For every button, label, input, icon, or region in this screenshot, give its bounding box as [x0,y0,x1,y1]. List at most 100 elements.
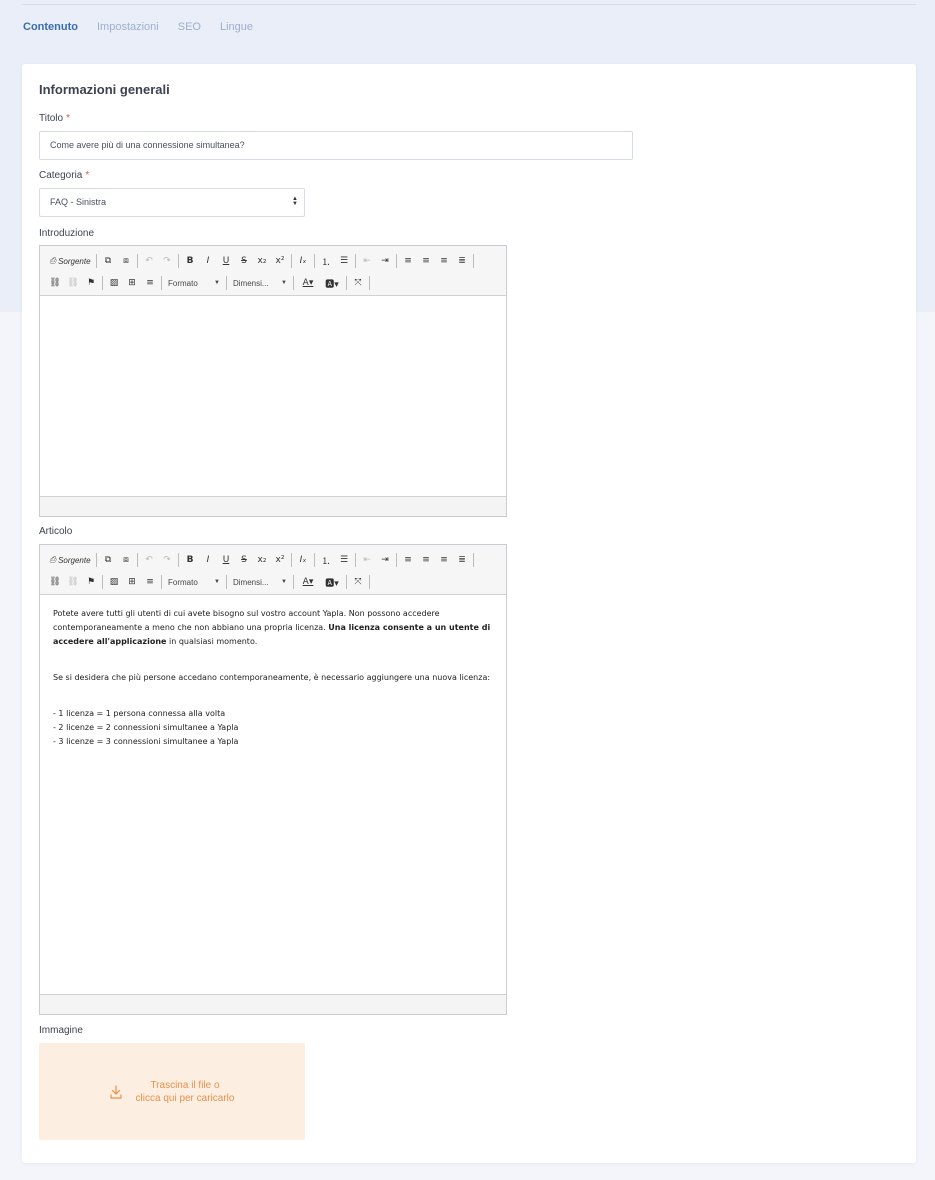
size-dropdown[interactable]: Dimensi... ▼ [229,275,291,291]
strike-icon[interactable]: S [236,552,252,568]
outdent-icon[interactable]: ⇤ [359,253,375,269]
superscript-icon[interactable]: x² [272,552,288,568]
editor-toolbar: ⎙ Sorgente ⧉ ⧈ ↶ ↷ B I U S x₂ x² Iₓ ⒈ ☰ [40,545,506,595]
align-justify-icon[interactable]: ≣ [454,253,470,269]
undo-icon[interactable]: ↶ [141,552,157,568]
introduzione-editor-body[interactable] [40,296,506,496]
list-item: - 2 licenze = 2 connessioni simultanee a… [53,723,239,732]
bold-icon[interactable]: B [182,253,198,269]
format-dropdown[interactable]: Formato ▼ [164,574,224,590]
bulleted-list-icon[interactable]: ☰ [336,552,352,568]
indent-icon[interactable]: ⇥ [377,253,393,269]
subscript-icon[interactable]: x₂ [254,552,270,568]
anchor-flag-icon[interactable]: ⚑ [83,275,99,291]
align-left-icon[interactable]: ≡ [400,552,416,568]
redo-icon[interactable]: ↷ [159,253,175,269]
redo-icon[interactable]: ↷ [159,552,175,568]
articolo-editor: ⎙ Sorgente ⧉ ⧈ ↶ ↷ B I U S x₂ x² Iₓ ⒈ ☰ [39,544,507,1015]
unlink-icon[interactable]: ⛓ [65,275,81,291]
text-color-icon[interactable]: A▾ [297,574,319,590]
article-paragraph: Se si desidera che più persone accedano … [53,673,491,682]
underline-icon[interactable]: U [218,552,234,568]
undo-icon[interactable]: ↶ [141,253,157,269]
source-button[interactable]: ⎙ Sorgente [47,253,93,269]
maximize-icon[interactable]: ⤧ [350,574,366,590]
numbered-list-icon[interactable]: ⒈ [318,253,334,269]
dropzone-line-2: clicca qui per caricarlo [135,1092,235,1104]
align-center-icon[interactable]: ≡ [418,253,434,269]
article-text: in qualsiasi momento. [166,637,258,646]
template-icon[interactable]: ⧉ [100,253,116,269]
table-icon[interactable]: ⊞ [124,275,140,291]
list-item: - 1 licenza = 1 persona connessa alla vo… [53,709,226,718]
remove-format-icon[interactable]: Iₓ [295,253,311,269]
table-icon[interactable]: ⊞ [124,574,140,590]
italic-icon[interactable]: I [200,253,216,269]
size-label: Dimensi... [233,577,269,587]
editor-statusbar [40,994,506,1014]
categoria-select-value: FAQ - Sinistra [50,197,107,207]
align-right-icon[interactable]: ≡ [436,552,452,568]
article-paragraph: Potete avere tutti gli utenti di cui ave… [53,607,493,649]
titolo-label-text: Titolo [39,113,64,124]
required-mark: * [66,113,70,124]
categoria-select[interactable]: FAQ - Sinistra ▲ ▼ [39,188,305,217]
tab-lingue[interactable]: Lingue [220,21,253,33]
align-left-icon[interactable]: ≡ [400,253,416,269]
strike-icon[interactable]: S [236,253,252,269]
categoria-label-text: Categoria [39,170,83,181]
horizontal-rule-icon[interactable]: ≡ [142,574,158,590]
superscript-icon[interactable]: x² [272,253,288,269]
align-right-icon[interactable]: ≡ [436,253,452,269]
section-title: Informazioni generali [39,82,170,97]
titolo-input[interactable]: Come avere più di una connessione simult… [39,131,633,160]
size-dropdown[interactable]: Dimensi... ▼ [229,574,291,590]
link-icon[interactable]: ⛓ [47,275,63,291]
image-icon[interactable]: ▨ [106,275,122,291]
tab-seo[interactable]: SEO [178,21,201,33]
paste-text-icon[interactable]: ⧈ [118,552,134,568]
paste-text-icon[interactable]: ⧈ [118,253,134,269]
outdent-icon[interactable]: ⇤ [359,552,375,568]
underline-icon[interactable]: U [218,253,234,269]
unlink-icon[interactable]: ⛓ [65,574,81,590]
bulleted-list-icon[interactable]: ☰ [336,253,352,269]
image-dropzone[interactable]: Trascina il file o clicca qui per carica… [39,1043,305,1140]
template-icon[interactable]: ⧉ [100,552,116,568]
introduzione-editor: ⎙ Sorgente ⧉ ⧈ ↶ ↷ B I U S x₂ x² Iₓ ⒈ ☰ [39,245,507,517]
remove-format-icon[interactable]: Iₓ [295,552,311,568]
align-justify-icon[interactable]: ≣ [454,552,470,568]
required-mark: * [85,170,90,181]
align-center-icon[interactable]: ≡ [418,552,434,568]
editor-toolbar: ⎙ Sorgente ⧉ ⧈ ↶ ↷ B I U S x₂ x² Iₓ ⒈ ☰ [40,246,506,296]
introduzione-label: Introduzione [39,228,95,239]
maximize-icon[interactable]: ⤧ [350,275,366,291]
italic-icon[interactable]: I [200,552,216,568]
general-info-card: Informazioni generali Titolo * Come avere… [22,64,916,1163]
source-label: Sorgente [58,555,91,565]
list-item: - 3 licenze = 3 connessioni simultanee a… [53,737,239,746]
link-icon[interactable]: ⛓ [47,574,63,590]
format-label: Formato [168,577,198,587]
categoria-label: Categoria * [39,170,89,181]
anchor-flag-icon[interactable]: ⚑ [83,574,99,590]
header-divider [22,4,916,5]
horizontal-rule-icon[interactable]: ≡ [142,275,158,291]
dropzone-text: Trascina il file o clicca qui per carica… [136,1079,235,1105]
bold-icon[interactable]: B [182,552,198,568]
indent-icon[interactable]: ⇥ [377,552,393,568]
articolo-editor-body[interactable]: Potete avere tutti gli utenti di cui ave… [40,595,506,995]
text-color-icon[interactable]: A▾ [297,275,319,291]
background-color-icon[interactable]: 🅰▾ [321,574,343,590]
dropzone-line-1: Trascina il file o [150,1079,220,1091]
source-label: Sorgente [58,256,91,266]
source-button[interactable]: ⎙ Sorgente [47,552,93,568]
tab-contenuto[interactable]: Contenuto [23,21,78,33]
articolo-label: Articolo [39,526,73,537]
image-icon[interactable]: ▨ [106,574,122,590]
subscript-icon[interactable]: x₂ [254,253,270,269]
numbered-list-icon[interactable]: ⒈ [318,552,334,568]
background-color-icon[interactable]: 🅰▾ [321,275,343,291]
format-dropdown[interactable]: Formato ▼ [164,275,224,291]
tab-impostazioni[interactable]: Impostazioni [97,21,159,33]
